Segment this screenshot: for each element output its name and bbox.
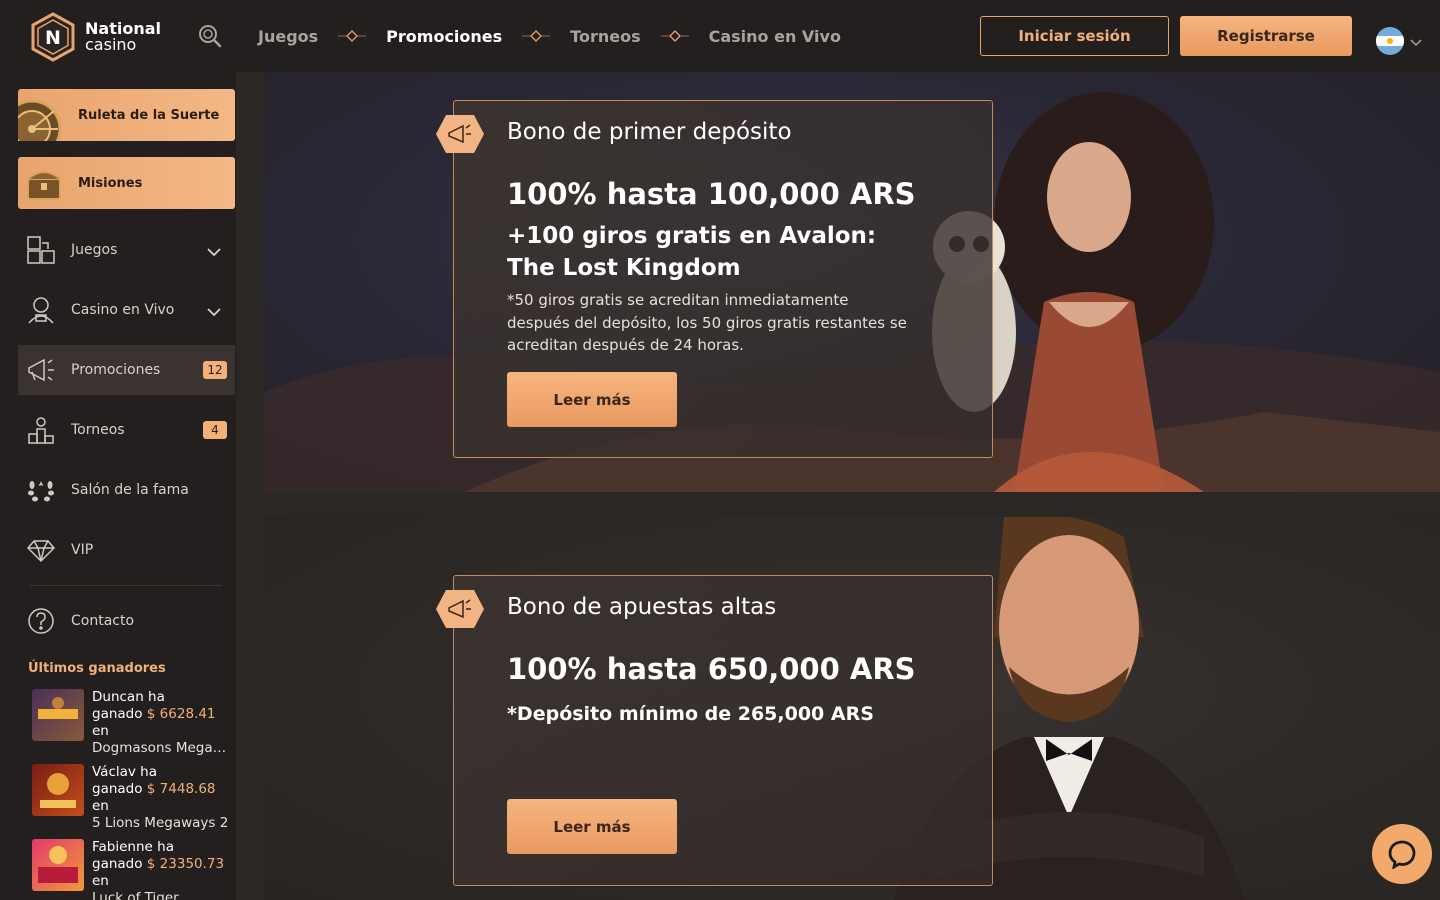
diamond-icon bbox=[26, 535, 56, 565]
sidebar-item-contacto[interactable]: Contacto bbox=[18, 596, 235, 646]
promo-title: Bono de apuestas altas bbox=[507, 594, 777, 620]
promo-card-high-roller: Bono de apuestas altas 100% hasta 650,00… bbox=[436, 575, 993, 886]
podium-icon bbox=[26, 415, 56, 445]
diamond-separator-icon bbox=[338, 30, 367, 42]
winner-in: en bbox=[92, 723, 109, 739]
nav-casino-en-vivo[interactable]: Casino en Vivo bbox=[709, 27, 841, 46]
wheel-icon bbox=[2, 89, 70, 159]
winner-amount: $ 6628.41 bbox=[146, 706, 216, 722]
live-dealer-icon bbox=[26, 295, 56, 325]
laurel-icon bbox=[26, 475, 56, 505]
winner-info: Václav ha ganado $ 7448.68 en 5 Lions Me… bbox=[92, 764, 230, 836]
wheel-of-fortune-button[interactable]: Ruleta de la Suerte bbox=[2, 89, 235, 159]
sidebar-label-contacto: Contacto bbox=[71, 613, 135, 629]
sidebar-item-torneos[interactable]: Torneos 4 bbox=[18, 405, 235, 455]
diamond-separator-icon bbox=[522, 30, 551, 42]
sidebar-label-vip: VIP bbox=[71, 542, 94, 558]
winner-name: Fabienne ha bbox=[92, 839, 174, 855]
latest-winners-title: Últimos ganadores bbox=[28, 661, 166, 676]
winner-won: ganado bbox=[92, 706, 143, 722]
megaphone-badge-icon bbox=[436, 115, 484, 153]
promo-subline: +100 giros gratis en Avalon: The Lost Ki… bbox=[507, 223, 877, 281]
winner-in: en bbox=[92, 798, 109, 814]
winner-name: Duncan ha bbox=[92, 689, 165, 705]
sidebar-item-salon-de-la-fama[interactable]: Salón de la fama bbox=[18, 465, 235, 515]
sidebar-item-juegos[interactable]: Juegos bbox=[18, 225, 235, 275]
nav-promociones[interactable]: Promociones bbox=[386, 27, 502, 46]
winner-item[interactable]: Fabienne ha ganado $ 23350.73 en Luck of… bbox=[32, 839, 232, 900]
treasure-chest-icon bbox=[18, 157, 70, 209]
tournaments-count-badge: 4 bbox=[203, 421, 227, 439]
logo-letter: N bbox=[45, 27, 61, 49]
logo-line-2: casino bbox=[85, 35, 137, 54]
promo-banner-first-deposit: Bono de primer depósito 100% hasta 100,0… bbox=[264, 72, 1440, 492]
winner-won: ganado bbox=[92, 856, 143, 872]
sidebar-item-vip[interactable]: VIP bbox=[18, 525, 235, 575]
brand-logo[interactable]: N National casino bbox=[30, 12, 161, 62]
login-button[interactable]: Iniciar sesión bbox=[980, 16, 1169, 56]
read-more-button[interactable]: Leer más bbox=[507, 799, 677, 854]
megaphone-icon bbox=[26, 355, 56, 385]
logo-hex-icon: N bbox=[30, 12, 76, 62]
diamond-separator-icon bbox=[660, 30, 689, 42]
game-thumbnail bbox=[32, 839, 84, 891]
sidebar-label-juegos: Juegos bbox=[71, 242, 118, 258]
chat-bubble-icon[interactable] bbox=[1372, 824, 1432, 884]
chevron-down-icon[interactable] bbox=[207, 242, 221, 261]
language-selector[interactable] bbox=[1376, 27, 1422, 55]
missions-label: Misiones bbox=[78, 175, 143, 191]
wheel-of-fortune-label: Ruleta de la Suerte bbox=[78, 107, 220, 123]
winner-game: 5 Lions Megaways 2 bbox=[92, 815, 229, 831]
game-thumbnail bbox=[32, 689, 84, 741]
promo-title: Bono de primer depósito bbox=[507, 119, 792, 145]
register-button[interactable]: Registrarse bbox=[1180, 16, 1352, 56]
sidebar-item-casino-en-vivo[interactable]: Casino en Vivo bbox=[18, 285, 235, 335]
nav-juegos[interactable]: Juegos bbox=[258, 27, 318, 46]
winner-item[interactable]: Václav ha ganado $ 7448.68 en 5 Lions Me… bbox=[32, 764, 232, 836]
promo-subline: *Depósito mínimo de 265,000 ARS bbox=[507, 703, 874, 725]
megaphone-badge-icon bbox=[436, 590, 484, 628]
main-nav: Juegos Promociones Torneos Casino en Viv… bbox=[258, 24, 841, 48]
search-icon[interactable] bbox=[198, 24, 222, 48]
sidebar-label-torneos: Torneos bbox=[71, 422, 125, 438]
winner-amount: $ 23350.73 bbox=[146, 856, 225, 872]
argentina-flag-icon bbox=[1376, 27, 1404, 55]
winner-name: Václav ha bbox=[92, 764, 158, 780]
winner-info: Duncan ha ganado $ 6628.41 en Dogmasons … bbox=[92, 689, 230, 761]
puzzle-icon bbox=[26, 235, 56, 265]
promo-headline: 100% hasta 650,000 ARS bbox=[507, 652, 916, 686]
nav-torneos[interactable]: Torneos bbox=[570, 27, 640, 46]
promo-headline: 100% hasta 100,000 ARS bbox=[507, 177, 916, 211]
winner-item[interactable]: Duncan ha ganado $ 6628.41 en Dogmasons … bbox=[32, 689, 232, 761]
chevron-down-icon[interactable] bbox=[207, 302, 221, 321]
sidebar: Ruleta de la Suerte Misiones Juegos Casi… bbox=[0, 72, 236, 900]
sidebar-item-promociones[interactable]: Promociones 12 bbox=[18, 345, 235, 395]
sidebar-label-promociones: Promociones bbox=[71, 362, 161, 378]
promo-note: *50 giros gratis se acreditan inmediatam… bbox=[507, 291, 907, 354]
game-thumbnail bbox=[32, 764, 84, 816]
winner-amount: $ 7448.68 bbox=[146, 781, 216, 797]
top-header: N National casino Juegos Promociones Tor… bbox=[0, 0, 1440, 72]
missions-button[interactable]: Misiones bbox=[18, 157, 235, 209]
chevron-down-icon bbox=[1410, 32, 1422, 51]
promotions-count-badge: 12 bbox=[203, 361, 227, 379]
sidebar-label-salon-de-la-fama: Salón de la fama bbox=[71, 482, 189, 498]
winner-game: Luck of Tiger bbox=[92, 890, 179, 900]
sidebar-divider bbox=[30, 585, 222, 586]
promo-card-first-deposit: Bono de primer depósito 100% hasta 100,0… bbox=[436, 100, 993, 458]
winner-won: ganado bbox=[92, 781, 143, 797]
read-more-button[interactable]: Leer más bbox=[507, 372, 677, 427]
winner-game: Dogmasons Megaways bbox=[92, 740, 230, 756]
logo-text: National casino bbox=[85, 21, 161, 53]
winner-in: en bbox=[92, 873, 109, 889]
winner-info: Fabienne ha ganado $ 23350.73 en Luck of… bbox=[92, 839, 230, 900]
sidebar-label-casino-en-vivo: Casino en Vivo bbox=[71, 302, 175, 318]
help-icon bbox=[26, 606, 56, 636]
promo-banner-high-roller: Bono de apuestas altas 100% hasta 650,00… bbox=[264, 517, 1440, 900]
